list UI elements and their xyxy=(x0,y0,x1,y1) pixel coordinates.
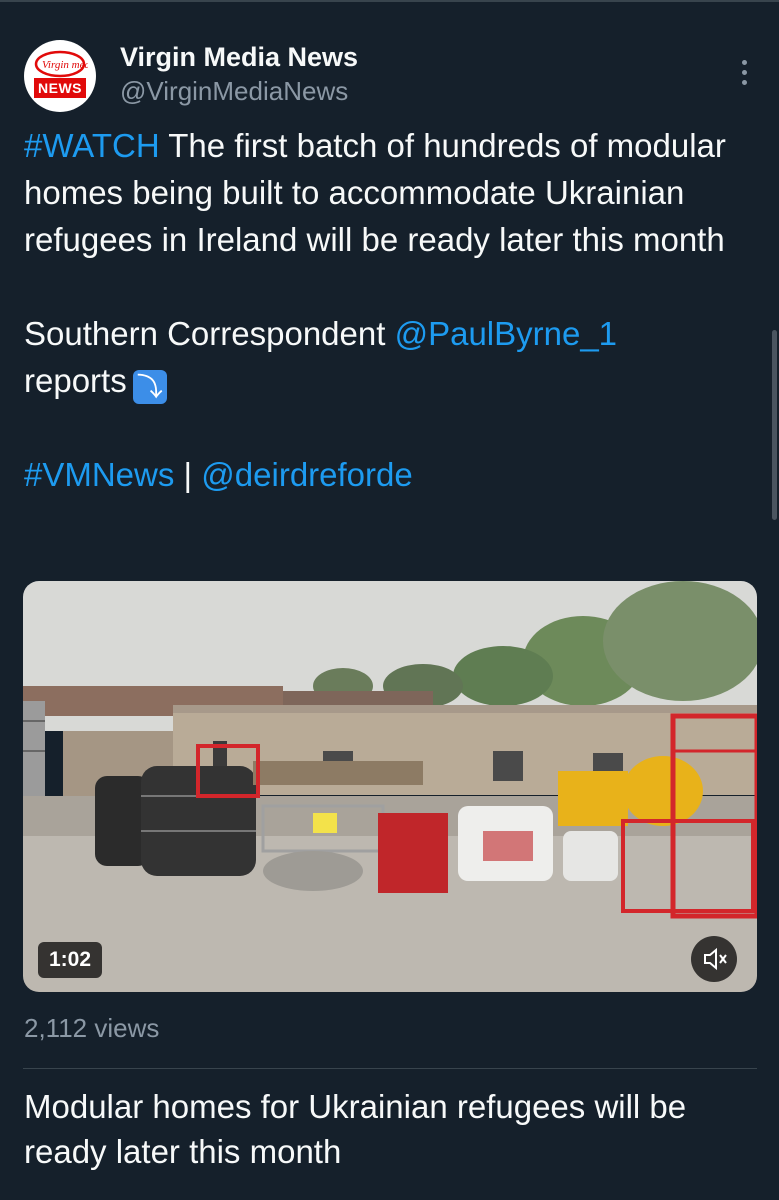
user-handle[interactable]: @VirginMediaNews xyxy=(120,74,358,108)
svg-text:Virgin media: Virgin media xyxy=(42,59,88,71)
tweet-paragraph-2: Southern Correspondent @PaulByrne_1repor… xyxy=(24,310,764,404)
top-divider xyxy=(0,0,779,2)
video-player[interactable]: 1:02 xyxy=(23,581,757,992)
correspondent-prefix: Southern Correspondent xyxy=(24,315,395,352)
video-thumbnail xyxy=(23,581,757,992)
mention-paulbyrne-link[interactable]: @PaulByrne_1 xyxy=(395,315,617,352)
more-options-icon[interactable] xyxy=(734,52,754,92)
author-info: Virgin Media News @VirginMediaNews xyxy=(120,40,358,108)
hashtag-watch-link[interactable]: #WATCH xyxy=(24,127,160,164)
virgin-media-logo-icon: Virgin media xyxy=(34,50,88,78)
link-card-title[interactable]: Modular homes for Ukrainian refugees wil… xyxy=(24,1084,744,1174)
hashtag-vmnews-link[interactable]: #VMNews xyxy=(24,456,174,493)
avatar[interactable]: Virgin media NEWS xyxy=(24,40,96,112)
tweet-paragraph-3: #VMNews | @deirdreforde xyxy=(24,451,764,498)
display-name[interactable]: Virgin Media News xyxy=(120,40,358,74)
mention-deirdreforde-link[interactable]: @deirdreforde xyxy=(201,456,412,493)
video-duration-badge: 1:02 xyxy=(38,942,103,978)
arrow-down-emoji-icon: ⤵ xyxy=(132,370,167,404)
tweet-header: Virgin media NEWS Virgin Media News @Vir… xyxy=(24,40,754,112)
tweet-paragraph-1: #WATCH The first batch of hundreds of mo… xyxy=(24,122,764,263)
card-divider xyxy=(23,1068,757,1069)
separator: | xyxy=(174,456,202,493)
mute-toggle-button[interactable] xyxy=(691,936,737,982)
reports-text: reports xyxy=(24,362,127,399)
scrollbar[interactable] xyxy=(772,330,777,520)
view-count: 2,112 views xyxy=(24,1013,160,1043)
speaker-muted-icon xyxy=(704,947,727,971)
avatar-news-label: NEWS xyxy=(34,78,86,98)
tweet-text: #WATCH The first batch of hundreds of mo… xyxy=(24,122,764,498)
